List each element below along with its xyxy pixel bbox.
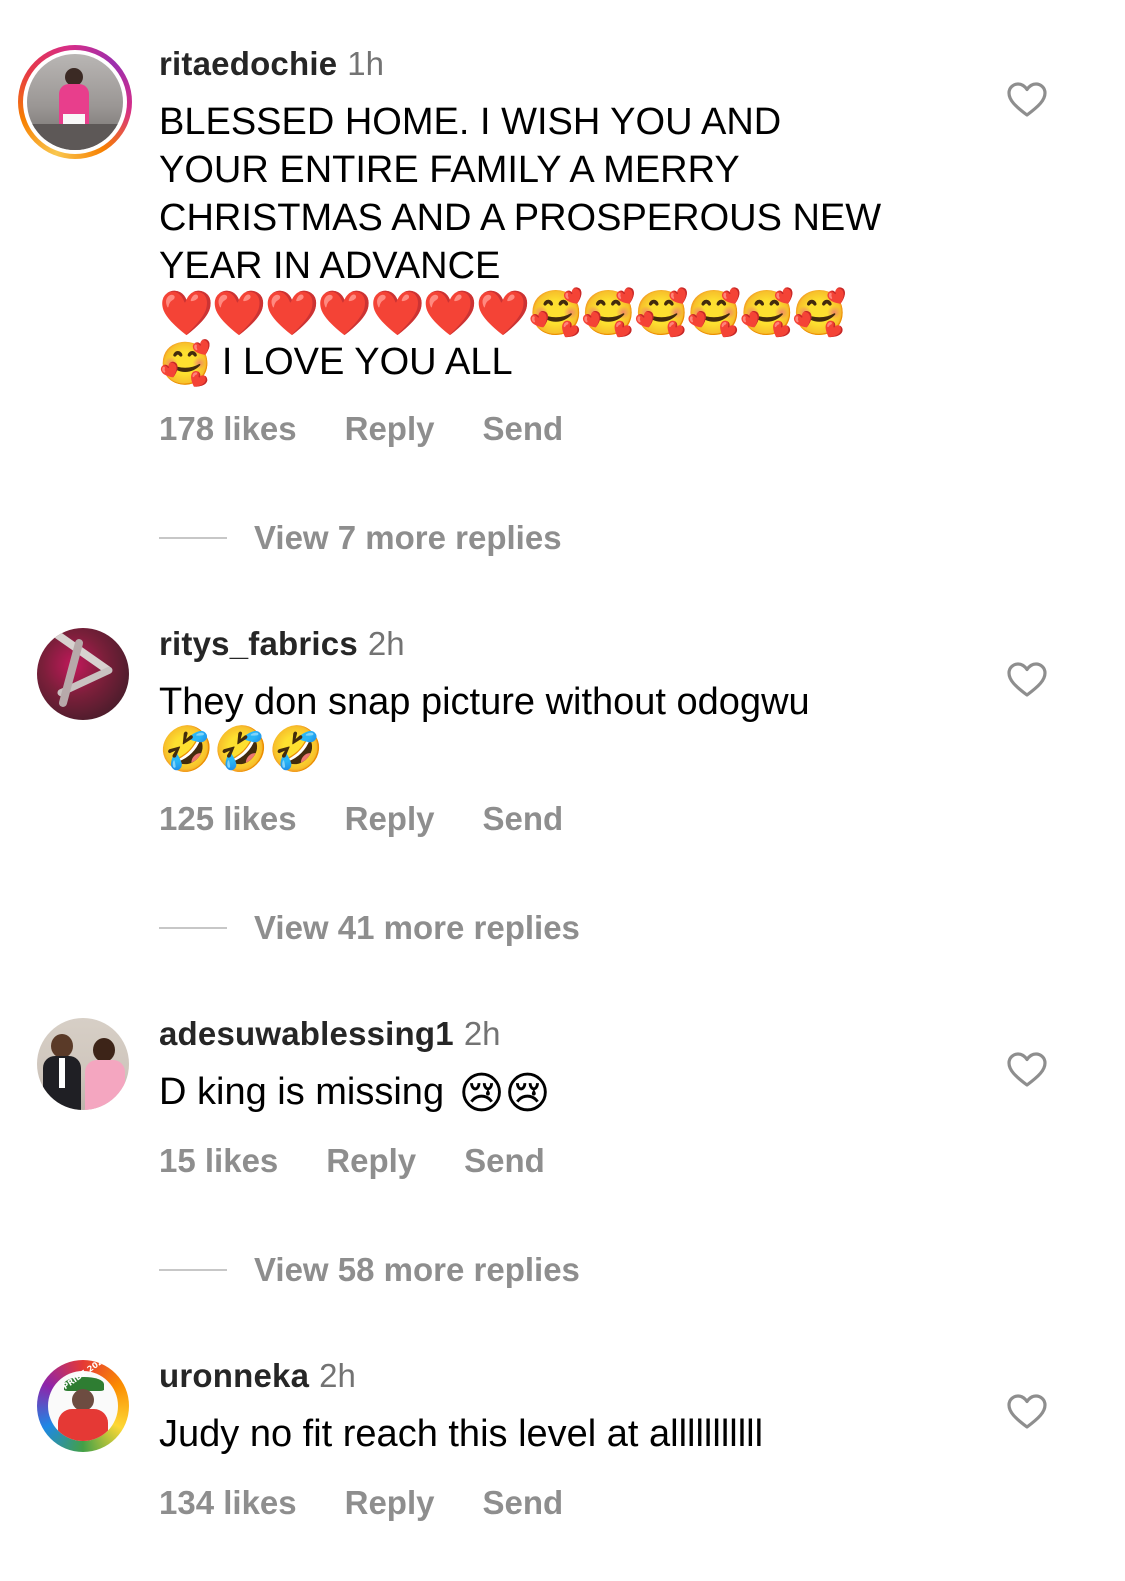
send-button[interactable]: Send bbox=[483, 409, 564, 449]
comment-line: They don snap picture without odogwu bbox=[159, 681, 810, 723]
comment-line: D king is missing 😢😢 bbox=[159, 1068, 949, 1118]
timestamp: 2h bbox=[367, 625, 405, 662]
timestamp: 2h bbox=[463, 1015, 501, 1052]
view-replies-button[interactable]: View 7 more replies bbox=[159, 518, 562, 558]
reply-button[interactable]: Reply bbox=[345, 799, 435, 839]
send-button[interactable]: Send bbox=[464, 1141, 545, 1181]
heart-outline-icon[interactable] bbox=[1007, 82, 1047, 118]
avatar[interactable]: PRIDE 2022 bbox=[37, 1360, 129, 1452]
comment-header: adesuwablessing1 2h bbox=[159, 1014, 501, 1054]
comment-actions: 134 likes Reply Send bbox=[159, 1483, 611, 1523]
view-replies-button[interactable]: View 58 more replies bbox=[159, 1250, 580, 1290]
emoji: 😢😢 bbox=[458, 1068, 551, 1118]
likes-count[interactable]: 178 likes bbox=[159, 409, 297, 449]
avatar[interactable] bbox=[18, 45, 132, 159]
comment-line-text: I LOVE YOU ALL bbox=[211, 341, 513, 383]
comment-line: YOUR ENTIRE FAMILY A MERRY bbox=[159, 149, 740, 191]
comment-header: uronneka 2h bbox=[159, 1356, 356, 1396]
comment-text: They don snap picture without odogwu 🤣🤣🤣 bbox=[159, 678, 949, 774]
view-replies-label: View 58 more replies bbox=[254, 1251, 580, 1288]
likes-count[interactable]: 125 likes bbox=[159, 799, 297, 839]
send-button[interactable]: Send bbox=[483, 1483, 564, 1523]
reply-divider bbox=[159, 927, 227, 929]
send-button[interactable]: Send bbox=[483, 799, 564, 839]
reply-button[interactable]: Reply bbox=[345, 1483, 435, 1523]
heart-outline-icon[interactable] bbox=[1007, 1052, 1047, 1088]
comment-line: BLESSED HOME. I WISH YOU AND bbox=[159, 101, 782, 143]
reply-divider bbox=[159, 1269, 227, 1271]
timestamp: 1h bbox=[347, 45, 384, 82]
comment-actions: 125 likes Reply Send bbox=[159, 799, 611, 839]
avatar[interactable] bbox=[37, 1018, 129, 1110]
username[interactable]: ritaedochie bbox=[159, 45, 337, 82]
comment-line: Judy no fit reach this level at alllllll… bbox=[159, 1413, 764, 1455]
comment-line: 🥰 I LOVE YOU ALL bbox=[159, 338, 949, 388]
comment-line: YEAR IN ADVANCE bbox=[159, 245, 501, 287]
view-replies-label: View 41 more replies bbox=[254, 909, 580, 946]
reply-button[interactable]: Reply bbox=[326, 1141, 416, 1181]
avatar[interactable] bbox=[37, 628, 129, 720]
likes-count[interactable]: 134 likes bbox=[159, 1483, 297, 1523]
comment-actions: 178 likes Reply Send bbox=[159, 409, 611, 449]
reply-button[interactable]: Reply bbox=[345, 409, 435, 449]
comment-header: ritaedochie 1h bbox=[159, 44, 384, 84]
comment-text: D king is missing 😢😢 bbox=[159, 1068, 949, 1118]
comment-actions: 15 likes Reply Send bbox=[159, 1141, 593, 1181]
emoji-line: 🤣🤣🤣 bbox=[159, 725, 324, 774]
timestamp: 2h bbox=[319, 1357, 356, 1394]
username[interactable]: ritys_fabrics bbox=[159, 625, 358, 662]
view-replies-label: View 7 more replies bbox=[254, 519, 562, 556]
comment-line-text: D king is missing bbox=[159, 1071, 445, 1113]
comment-header: ritys_fabrics 2h bbox=[159, 624, 405, 664]
comment-text: BLESSED HOME. I WISH YOU AND YOUR ENTIRE… bbox=[159, 98, 949, 388]
username[interactable]: uronneka bbox=[159, 1357, 309, 1394]
heart-outline-icon[interactable] bbox=[1007, 662, 1047, 698]
likes-count[interactable]: 15 likes bbox=[159, 1141, 278, 1181]
comment-text: Judy no fit reach this level at alllllll… bbox=[159, 1410, 949, 1458]
heart-outline-icon[interactable] bbox=[1007, 1394, 1047, 1430]
comment-line: CHRISTMAS AND A PROSPEROUS NEW bbox=[159, 197, 882, 239]
reply-divider bbox=[159, 537, 227, 539]
view-replies-button[interactable]: View 41 more replies bbox=[159, 908, 580, 948]
emoji: 🥰 bbox=[159, 339, 212, 387]
emoji-line: ❤️❤️❤️❤️❤️❤️❤️🥰🥰🥰🥰🥰🥰 bbox=[159, 289, 847, 338]
username[interactable]: adesuwablessing1 bbox=[159, 1015, 454, 1052]
